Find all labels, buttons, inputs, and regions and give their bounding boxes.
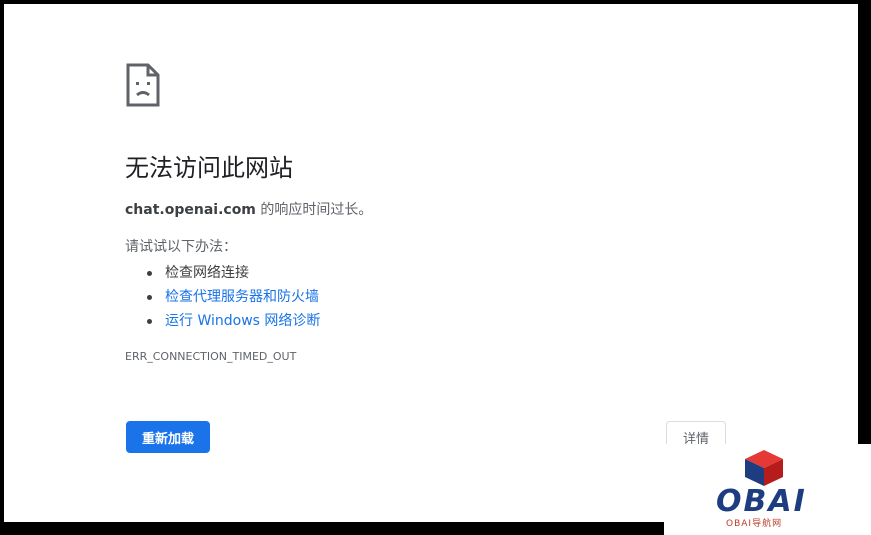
suggestions-list: 检查网络连接 检查代理服务器和防火墙 运行 Windows 网络诊断 — [125, 261, 320, 333]
reload-button[interactable]: 重新加载 — [126, 421, 211, 453]
bullet-icon — [147, 319, 152, 324]
error-description-text: 的响应时间过长。 — [255, 202, 373, 218]
suggestion-check-proxy-link[interactable]: 检查代理服务器和防火墙 — [165, 289, 319, 305]
suggestion-check-network: 检查网络连接 — [165, 265, 249, 281]
suggestion-item: 检查网络连接 — [125, 261, 320, 285]
error-host: chat.openai.com — [125, 202, 256, 218]
bullet-icon — [147, 295, 152, 300]
error-description: chat.openai.com 的响应时间过长。 — [125, 200, 372, 220]
suggestions-heading: 请试试以下办法： — [125, 239, 237, 255]
logo-subtitle: OBAI导航网 — [726, 519, 783, 529]
error-code: ERR_CONNECTION_TIMED_OUT — [125, 350, 297, 363]
suggestion-item: 检查代理服务器和防火墙 — [125, 285, 320, 309]
sad-page-icon — [126, 63, 160, 107]
watermark-logo: OBAI OBAI导航网 — [664, 444, 871, 535]
bullet-icon — [147, 271, 152, 276]
page-title: 无法访问此网站 — [125, 154, 293, 182]
suggestion-item: 运行 Windows 网络诊断 — [125, 309, 320, 333]
suggestion-windows-diagnostics-link[interactable]: 运行 Windows 网络诊断 — [165, 313, 320, 329]
cube-logo-icon — [745, 450, 783, 486]
logo-wordmark: OBAI — [716, 484, 807, 519]
